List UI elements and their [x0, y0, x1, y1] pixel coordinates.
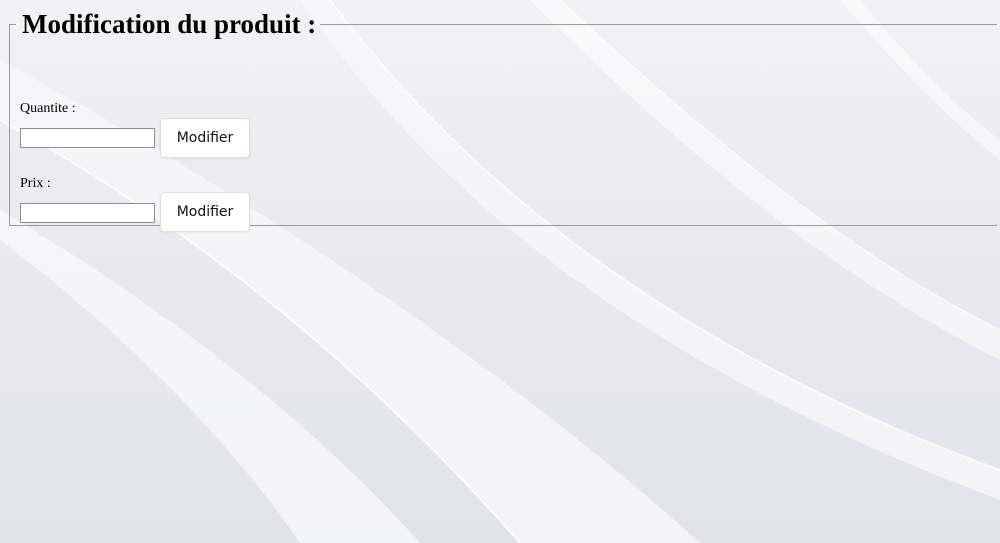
quantity-label: Quantite :: [20, 101, 76, 116]
modify-quantity-button[interactable]: Modifier: [160, 118, 250, 158]
price-label: Prix :: [20, 176, 51, 191]
form-legend: Modification du produit :: [22, 9, 317, 39]
modify-price-button[interactable]: Modifier: [160, 192, 250, 232]
price-input[interactable]: [20, 203, 155, 223]
product-edit-fieldset: Modification du produit : Quantite : Mod…: [9, 8, 997, 232]
quantity-input[interactable]: [20, 128, 155, 148]
